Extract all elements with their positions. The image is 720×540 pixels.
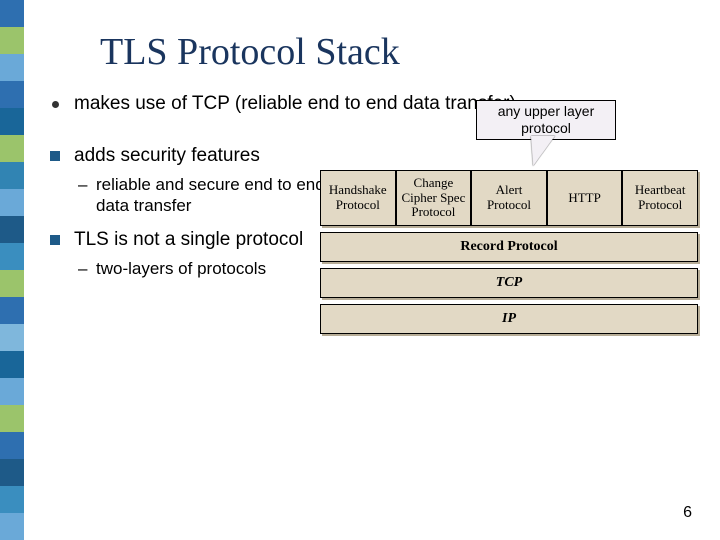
cell-label: Change Cipher Spec Protocol xyxy=(399,176,469,221)
bullet-text: TLS is not a single protocol xyxy=(74,229,303,250)
sub-bullet-two-layers: two-layers of protocols xyxy=(74,258,328,279)
cell-alert: Alert Protocol xyxy=(471,170,547,226)
bullet-security: adds security features reliable and secu… xyxy=(48,144,328,216)
cell-heartbeat: Heartbeat Protocol xyxy=(622,170,698,226)
page-number: 6 xyxy=(683,504,692,522)
slide-title: TLS Protocol Stack xyxy=(100,30,400,74)
cell-label: Heartbeat Protocol xyxy=(625,183,695,213)
diagram-row-app: Handshake Protocol Change Cipher Spec Pr… xyxy=(320,170,698,226)
sub-bullet-reliable-secure: reliable and secure end to end data tran… xyxy=(74,174,328,217)
cell-label: IP xyxy=(502,311,516,327)
cell-record: Record Protocol xyxy=(320,232,698,262)
cell-ccs: Change Cipher Spec Protocol xyxy=(396,170,472,226)
protocol-stack-diagram: Handshake Protocol Change Cipher Spec Pr… xyxy=(320,170,698,334)
sub-bullet-text: reliable and secure end to end data tran… xyxy=(96,175,325,215)
callout-text: any upper layer protocol xyxy=(498,103,595,136)
cell-label: HTTP xyxy=(568,191,601,206)
cell-ip: IP xyxy=(320,304,698,334)
cell-handshake: Handshake Protocol xyxy=(320,170,396,226)
callout-box: any upper layer protocol xyxy=(476,100,616,140)
cell-label: Record Protocol xyxy=(460,239,557,255)
cell-label: Alert Protocol xyxy=(474,183,544,213)
bullet-not-single: TLS is not a single protocol two-layers … xyxy=(48,228,328,279)
cell-http: HTTP xyxy=(547,170,623,226)
bullet-text: adds security features xyxy=(74,145,260,166)
sub-bullet-text: two-layers of protocols xyxy=(96,259,266,278)
bullet-text: makes use of TCP (reliable end to end da… xyxy=(74,93,516,114)
cell-label: TCP xyxy=(496,275,522,291)
cell-label: Handshake Protocol xyxy=(323,183,393,213)
decorative-side-stripe xyxy=(0,0,24,540)
cell-tcp: TCP xyxy=(320,268,698,298)
